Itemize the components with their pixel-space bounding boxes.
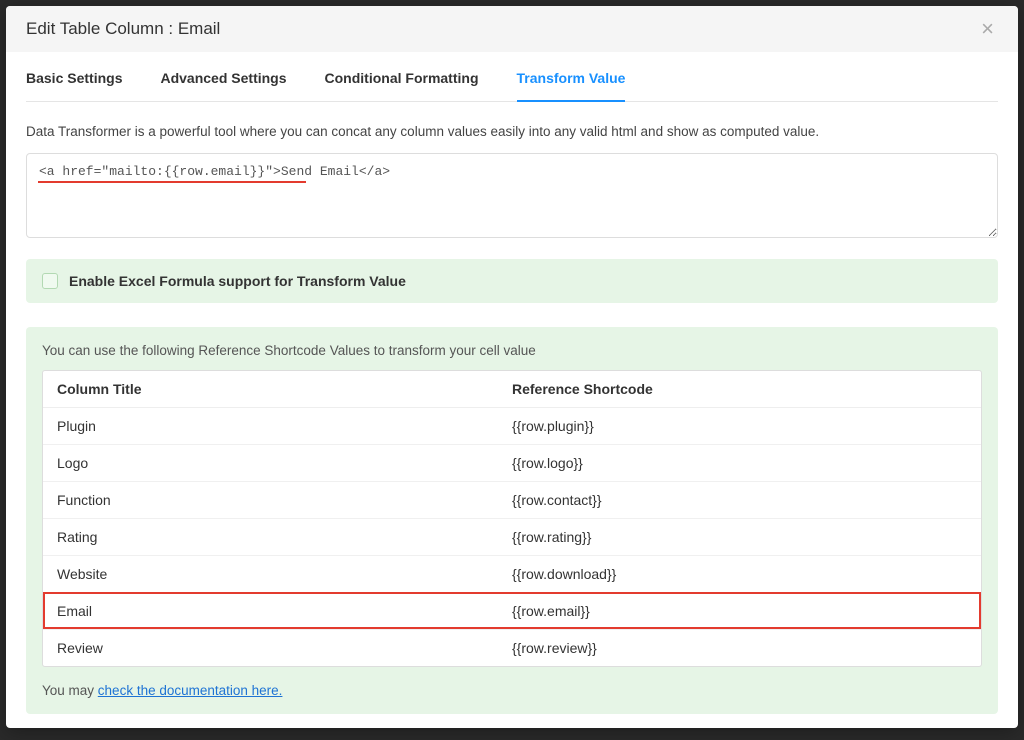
cell-shortcode: {{row.review}} <box>512 640 967 656</box>
modal-header: Edit Table Column : Email × <box>6 6 1018 52</box>
excel-checkbox-label: Enable Excel Formula support for Transfo… <box>69 273 406 289</box>
tab-advanced-settings[interactable]: Advanced Settings <box>160 70 286 102</box>
edit-column-modal: Edit Table Column : Email × Basic Settin… <box>6 6 1018 728</box>
cell-column-title: Review <box>57 640 512 656</box>
header-reference-shortcode: Reference Shortcode <box>512 381 967 397</box>
tab-conditional-formatting[interactable]: Conditional Formatting <box>325 70 479 102</box>
cell-column-title: Rating <box>57 529 512 545</box>
cell-column-title: Function <box>57 492 512 508</box>
cell-column-title: Plugin <box>57 418 512 434</box>
cell-shortcode: {{row.plugin}} <box>512 418 967 434</box>
reference-description: You can use the following Reference Shor… <box>42 343 982 358</box>
table-row: Website {{row.download}} <box>43 555 981 592</box>
close-icon[interactable]: × <box>977 18 998 40</box>
table-row: Function {{row.contact}} <box>43 481 981 518</box>
doc-note-prefix: You may <box>42 683 98 698</box>
table-row: Logo {{row.logo}} <box>43 444 981 481</box>
table-row: Rating {{row.rating}} <box>43 518 981 555</box>
cell-column-title: Email <box>57 603 512 619</box>
cell-column-title: Logo <box>57 455 512 471</box>
cell-shortcode: {{row.email}} <box>512 603 967 619</box>
table-row-highlighted: Email {{row.email}} <box>43 592 981 629</box>
excel-checkbox[interactable] <box>42 273 58 289</box>
reference-panel: You can use the following Reference Shor… <box>26 327 998 714</box>
tab-basic-settings[interactable]: Basic Settings <box>26 70 122 102</box>
doc-link[interactable]: check the documentation here. <box>98 683 283 698</box>
reference-table-header: Column Title Reference Shortcode <box>43 371 981 408</box>
tabs: Basic Settings Advanced Settings Conditi… <box>26 52 998 102</box>
annotation-underline <box>38 181 306 183</box>
cell-shortcode: {{row.logo}} <box>512 455 967 471</box>
tab-transform-value[interactable]: Transform Value <box>517 70 626 102</box>
header-column-title: Column Title <box>57 381 512 397</box>
modal-title: Edit Table Column : Email <box>26 19 220 39</box>
cell-shortcode: {{row.download}} <box>512 566 967 582</box>
excel-option-box: Enable Excel Formula support for Transfo… <box>26 259 998 303</box>
modal-body: Basic Settings Advanced Settings Conditi… <box>6 52 1018 728</box>
doc-note: You may check the documentation here. <box>42 683 982 698</box>
excel-checkbox-row: Enable Excel Formula support for Transfo… <box>42 273 982 289</box>
table-row: Plugin {{row.plugin}} <box>43 408 981 444</box>
cell-shortcode: {{row.rating}} <box>512 529 967 545</box>
cell-shortcode: {{row.contact}} <box>512 492 967 508</box>
transform-textarea-wrap <box>26 153 998 241</box>
table-row: Review {{row.review}} <box>43 629 981 666</box>
transform-textarea[interactable] <box>26 153 998 238</box>
cell-column-title: Website <box>57 566 512 582</box>
transform-description: Data Transformer is a powerful tool wher… <box>26 124 998 139</box>
reference-table: Column Title Reference Shortcode Plugin … <box>42 370 982 667</box>
